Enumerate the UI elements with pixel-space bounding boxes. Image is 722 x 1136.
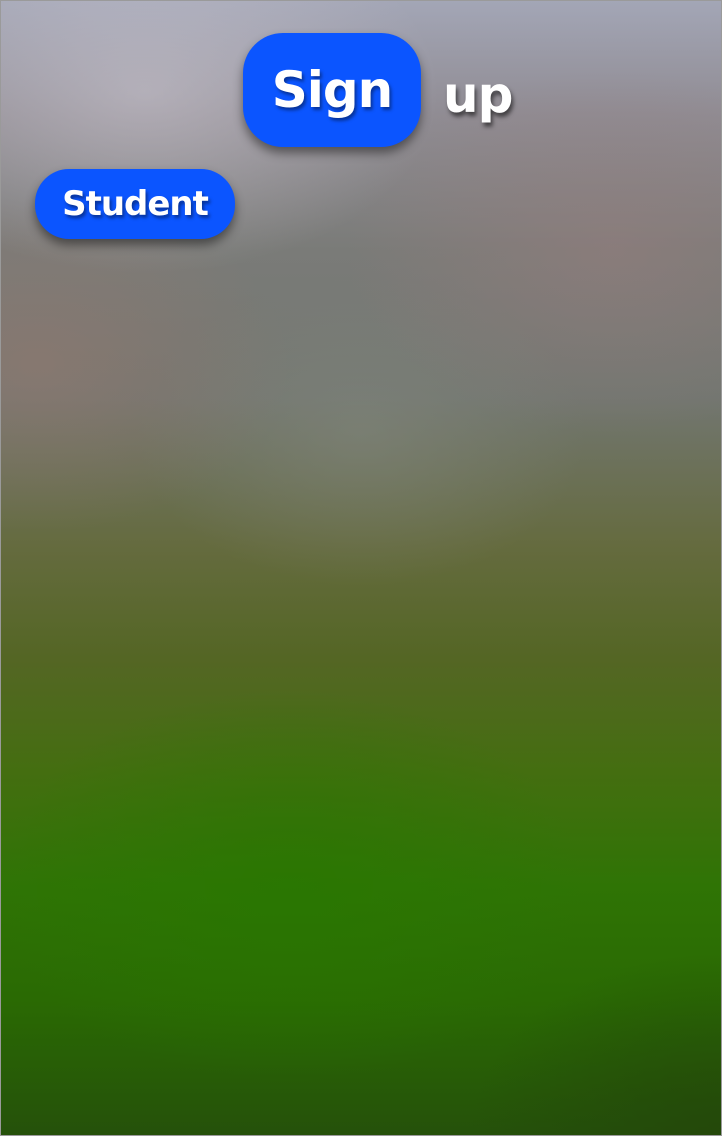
up-label: up (443, 66, 513, 124)
sign-button[interactable]: Sign (243, 33, 421, 147)
student-button[interactable]: Student (35, 169, 235, 239)
signup-title: Sign up (243, 33, 513, 147)
signup-screen: Sign up Student (0, 0, 722, 1136)
